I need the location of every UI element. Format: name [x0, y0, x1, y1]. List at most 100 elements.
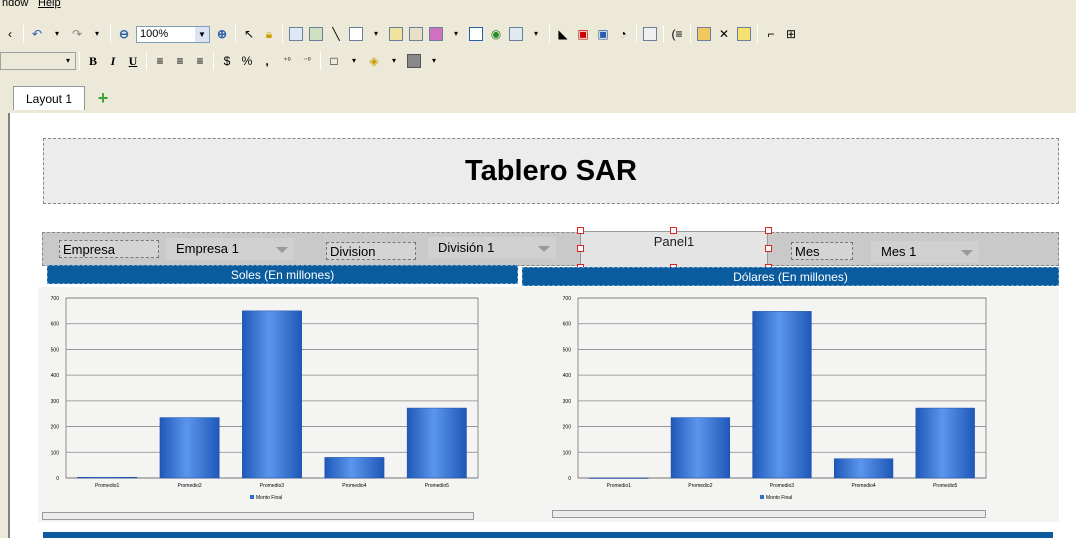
- selector-tool-icon[interactable]: [507, 25, 525, 43]
- dolares-chart[interactable]: 0 100 200 300 400 500 600 700 Promedio1 Promedio2…: [536, 290, 990, 508]
- y-tick-label: 400: [563, 373, 572, 379]
- soles-header[interactable]: Soles (En millones): [47, 265, 518, 284]
- align-center-icon[interactable]: ≡: [171, 52, 189, 70]
- script-icon[interactable]: [641, 25, 659, 43]
- line-tool-icon[interactable]: ╲: [327, 25, 345, 43]
- chart-dropdown-icon[interactable]: ▾: [447, 25, 465, 43]
- format-toolbar: ▾ B I U ≡ ≡ ≡ $ % , ⁺⁰ ⁻⁰ □ ▾ ◈ ▾ ▾: [0, 47, 1076, 74]
- bold-button[interactable]: B: [84, 52, 102, 70]
- fill-dropdown-icon[interactable]: ▾: [385, 52, 403, 70]
- menu-item-help[interactable]: Help: [38, 0, 61, 9]
- chevron-down-icon: ▾: [65, 56, 70, 65]
- horizontal-scrollbar[interactable]: [552, 510, 986, 518]
- globe-tool-icon[interactable]: ◉: [487, 25, 505, 43]
- y-tick-label: 600: [51, 322, 60, 328]
- lock-icon[interactable]: 🔒︎: [260, 25, 278, 43]
- border-icon[interactable]: □: [325, 52, 343, 70]
- tab-layout-1[interactable]: Layout 1: [13, 86, 85, 110]
- y-tick-label: 700: [563, 296, 572, 302]
- y-tick-label: 700: [51, 296, 60, 302]
- undo-dropdown-icon[interactable]: ▾: [48, 25, 66, 43]
- table-tool-icon[interactable]: [387, 25, 405, 43]
- redo-dropdown-icon[interactable]: ▾: [88, 25, 106, 43]
- fill-color-icon[interactable]: ◈: [365, 52, 383, 70]
- tools-icon[interactable]: ✕: [715, 25, 733, 43]
- division-label[interactable]: Division: [326, 242, 416, 260]
- y-tick-label: 0: [568, 476, 571, 482]
- title-label[interactable]: Tablero SAR: [43, 138, 1059, 204]
- add-layout-icon[interactable]: +: [94, 89, 112, 107]
- data-source-icon[interactable]: [695, 25, 713, 43]
- selector-dropdown-icon[interactable]: ▾: [527, 25, 545, 43]
- zoom-value: 100%: [140, 28, 169, 40]
- expression-icon[interactable]: (≡: [668, 25, 686, 43]
- legend-swatch: [250, 495, 254, 499]
- chevron-down-icon: [276, 247, 288, 253]
- zoom-in-icon[interactable]: ⊕: [213, 25, 231, 43]
- note-icon[interactable]: [735, 25, 753, 43]
- increase-decimal-icon[interactable]: ⁺⁰: [278, 52, 296, 70]
- dolares-header[interactable]: Dólares (En millones): [522, 267, 1059, 286]
- font-color-icon[interactable]: [405, 52, 423, 70]
- flash-icon[interactable]: ◔: [614, 25, 632, 43]
- mes-label[interactable]: Mes: [791, 242, 853, 260]
- designer-window: ndow Help ‹ ↶ ▾ ↷ ▾ ⊖ 100% ▼ ⊕ ↖ 🔒︎ ╲ ▾ ▾…: [0, 0, 1076, 538]
- percent-button[interactable]: %: [238, 52, 256, 70]
- zoom-select[interactable]: 100% ▼: [136, 25, 210, 43]
- font-color-dropdown-icon[interactable]: ▾: [425, 52, 443, 70]
- resize-handle[interactable]: [670, 227, 677, 234]
- y-tick-label: 200: [51, 425, 60, 431]
- style-select[interactable]: ▾: [0, 51, 76, 70]
- y-tick-label: 500: [51, 347, 60, 353]
- undo-icon[interactable]: ↶: [28, 25, 46, 43]
- chevron-down-icon: [538, 246, 550, 252]
- comma-button[interactable]: ,: [258, 52, 276, 70]
- shape-dropdown-icon[interactable]: ▾: [367, 25, 385, 43]
- underline-button[interactable]: U: [124, 52, 142, 70]
- x-tick-label: Promedio3: [260, 483, 284, 489]
- mes-select[interactable]: Mes 1: [871, 241, 979, 263]
- bar: [670, 417, 731, 479]
- panel1[interactable]: Panel1: [580, 231, 768, 268]
- x-tick-label: Promedio2: [688, 483, 712, 489]
- zoom-out-icon[interactable]: ⊖: [115, 25, 133, 43]
- panel-tool-icon[interactable]: [467, 25, 485, 43]
- horizontal-scrollbar[interactable]: [42, 512, 474, 520]
- main-toolbar: ‹ ↶ ▾ ↷ ▾ ⊖ 100% ▼ ⊕ ↖ 🔒︎ ╲ ▾ ▾ ◉ ▾ ◣ ▣ ▣…: [0, 22, 1076, 46]
- align-icon[interactable]: ⌐: [762, 25, 780, 43]
- grid-icon[interactable]: ⊞: [782, 25, 800, 43]
- resize-handle[interactable]: [765, 227, 772, 234]
- html-icon[interactable]: ▣: [594, 25, 612, 43]
- y-tick-label: 0: [56, 476, 59, 482]
- pdf-icon[interactable]: ▣: [574, 25, 592, 43]
- decrease-decimal-icon[interactable]: ⁻⁰: [298, 52, 316, 70]
- back-icon[interactable]: ‹: [1, 25, 19, 43]
- chevron-down-icon: ▼: [195, 26, 209, 42]
- empresa-label[interactable]: Empresa: [59, 240, 159, 258]
- resize-handle[interactable]: [765, 245, 772, 252]
- bar: [752, 311, 812, 479]
- redo-icon[interactable]: ↷: [68, 25, 86, 43]
- resize-handle[interactable]: [577, 227, 584, 234]
- pointer-icon[interactable]: ↖: [240, 25, 258, 43]
- image-tool-icon[interactable]: [307, 25, 325, 43]
- y-tick-label: 100: [563, 450, 572, 456]
- chart-tool-icon[interactable]: [427, 25, 445, 43]
- italic-button[interactable]: I: [104, 52, 122, 70]
- y-tick-label: 600: [563, 322, 572, 328]
- currency-button[interactable]: $: [218, 52, 236, 70]
- shape-tool-icon[interactable]: [347, 25, 365, 43]
- menu-item-window[interactable]: ndow: [2, 0, 28, 9]
- label-tool-icon[interactable]: [287, 25, 305, 43]
- chevron-down-icon: [961, 250, 973, 256]
- report-icon[interactable]: ◣: [554, 25, 572, 43]
- align-right-icon[interactable]: ≡: [191, 52, 209, 70]
- border-dropdown-icon[interactable]: ▾: [345, 52, 363, 70]
- division-select[interactable]: División 1: [428, 237, 556, 259]
- empresa-select[interactable]: Empresa 1: [166, 238, 294, 260]
- soles-chart[interactable]: 0 100 200 300 400 500 600 700 Promedio1 Promedio2…: [38, 290, 488, 508]
- resize-handle[interactable]: [577, 245, 584, 252]
- crosstab-tool-icon[interactable]: [407, 25, 425, 43]
- bar: [406, 407, 467, 479]
- align-left-icon[interactable]: ≡: [151, 52, 169, 70]
